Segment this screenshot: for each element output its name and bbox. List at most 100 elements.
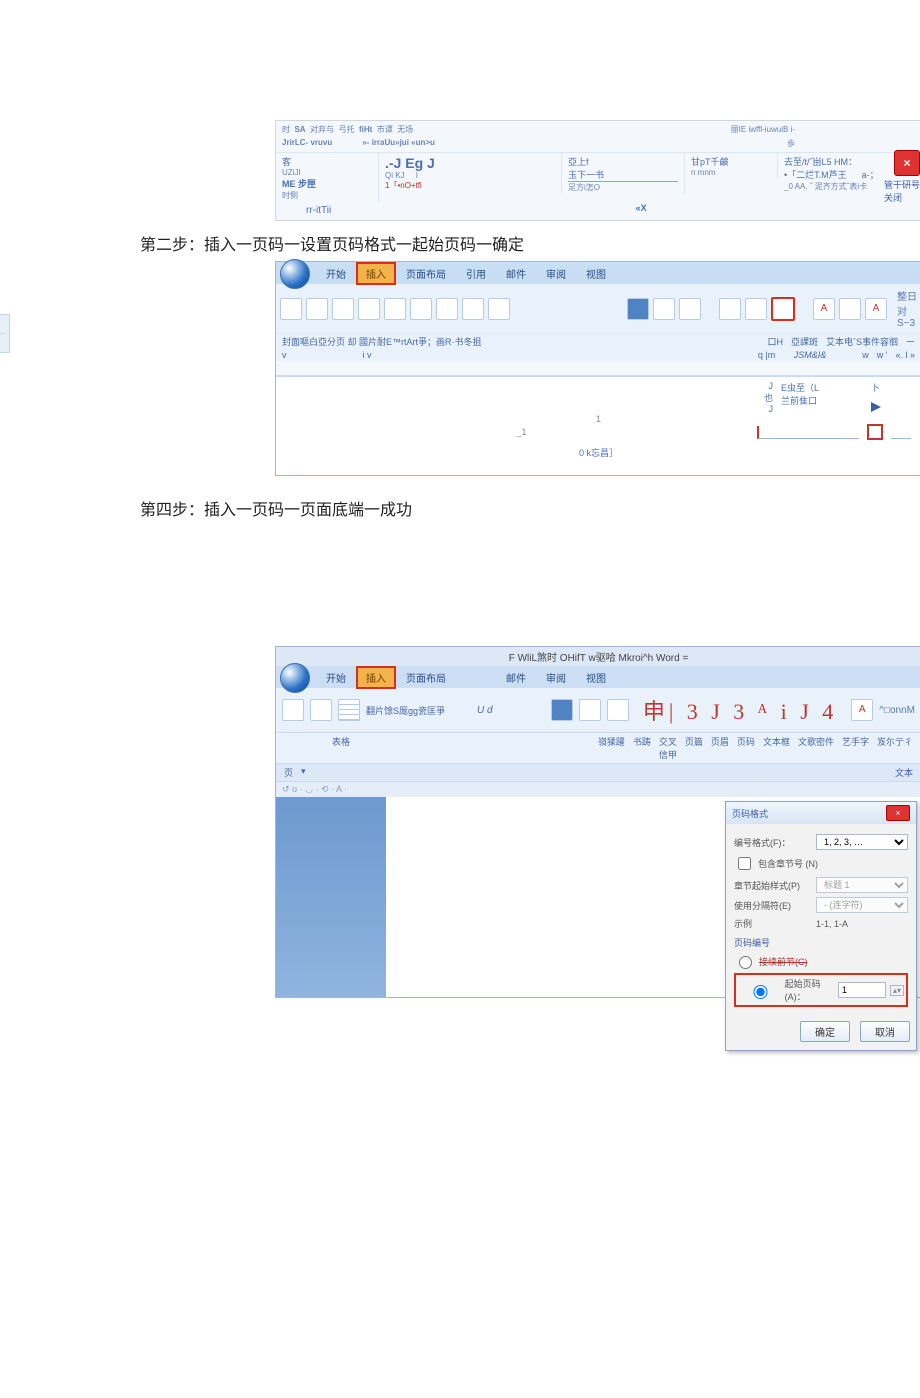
text: 卜 [871,381,911,394]
start-at-radio[interactable] [743,985,778,999]
bookmark-icon[interactable] [653,298,675,320]
page-break-icon[interactable] [332,298,354,320]
ribbon-tabs: 开始 插入 页面布局 引用 邮件 审阅 视图 [276,262,920,284]
textbox-icon[interactable]: A [813,298,835,320]
text: 时侧 [282,190,372,201]
step-2-title: 第二步：插入一页码一设置页码格式一起始页码一确定 [140,231,920,255]
cover-page-icon[interactable] [280,298,302,320]
tab-view[interactable]: 视图 [576,262,616,285]
example-value: 1-1, 1-A [816,919,848,929]
picture-icon[interactable] [384,298,406,320]
clipart-icon[interactable] [410,298,432,320]
hyperlink-icon[interactable] [627,298,649,320]
ribbon-tabs: 开始 插入 页面布局 邮件 审阅 视图 [276,666,920,688]
tab-insert[interactable]: 插入 [356,666,396,689]
text: ^□onnM [879,705,915,716]
include-chapter-checkbox[interactable] [738,857,751,870]
square-marker-icon [867,424,883,440]
tab-review[interactable]: 审阅 [536,666,576,689]
blank-page-icon[interactable] [306,298,328,320]
example-label: 示例 [734,917,812,930]
tab-mailings[interactable]: 邮件 [496,666,536,689]
office-orb-icon[interactable] [280,259,310,289]
table-icon[interactable] [358,298,380,320]
text: 翻片馀S厖gg瓷匡爭 [366,704,445,717]
number-format-select[interactable]: 1, 2, 3, … [816,834,908,850]
header-icon[interactable] [719,298,741,320]
text: ー [906,335,915,348]
text: 0 k忘昌］ [286,446,911,459]
tab-references[interactable]: 引用 [456,262,496,285]
crossref-icon[interactable] [679,298,701,320]
word-ribbon-3: F WliL煞时 OHifT w驱哈 Mkroi^h Word = 开始 插入 … [275,646,920,998]
page-number-icon[interactable] [771,297,795,321]
wordart-icon[interactable]: A [865,298,887,320]
tab-home[interactable]: 开始 [316,666,356,689]
wordart-icon[interactable]: A [851,699,873,721]
close-button[interactable]: × [894,150,920,176]
tab-home[interactable]: 开始 [316,262,356,285]
tab-review[interactable]: 审阅 [536,262,576,285]
chapter-style-select: 标题 1 [816,877,908,893]
chapter-style-label: 章节起始样式(P) [734,879,812,892]
text: 歩 [787,138,795,149]
start-at-row: 起始页码(A)： ▴▾ [734,973,908,1007]
continue-radio[interactable] [739,956,752,969]
document-area: J 也 J E虫至（L 兰前隹口 卜 1 [276,376,920,475]
text: J [737,404,773,414]
text: q |m [758,350,775,360]
text: 时 SA 对弃与 弓托 fiHt 市谭 无场 [282,124,413,135]
marker-icon [871,402,881,412]
start-at-input[interactable] [838,982,886,998]
cover-page-icon[interactable] [282,699,304,721]
navigation-pane [276,797,386,997]
decorative-letters: 申| 3 J 3 ᴬ i J 4 [635,694,845,726]
quickparts-icon[interactable] [839,298,861,320]
ribbon-fragment-1: 时 SA 对弃与 弓托 fiHt 市谭 无场 丽IE iwffl-iuwuiB … [275,120,920,221]
tab-insert[interactable]: 插入 [356,262,396,285]
bookmark-icon[interactable] [579,699,601,721]
text: 交叉 信甲 [659,735,677,761]
text: n mnm [691,168,771,177]
office-orb-icon[interactable] [280,663,310,693]
dialog-title: 页码格式 [732,807,768,820]
spinner-icon[interactable]: ▴▾ [890,985,904,996]
number-format-label: 编号格式(F)： [734,836,812,849]
cancel-button[interactable]: 取消 [860,1021,910,1042]
shapes-icon[interactable] [436,298,458,320]
text: 表格 [332,735,350,761]
quick-access-icons[interactable]: ↺ ʊ · ◡ · ⟲ · A · [282,784,347,794]
text: ME 步匣 [282,177,372,190]
text: 丽IE iwffl-iuwuiB i- [731,124,795,135]
page-number-format-dialog: 页码格式 × 编号格式(F)： 1, 2, 3, … 包含章节号 (N) [725,801,917,1051]
text: 岌尓亍彳 [877,735,913,761]
text: »- irraUu»jui «un>u [362,138,435,147]
text: 1「•nO+tfi [385,180,555,191]
text: 页篇 [685,735,703,761]
footer-icon[interactable] [745,298,767,320]
text: 对 [897,303,917,318]
text: 艺手字 [842,735,869,761]
tab-view[interactable]: 视图 [576,666,616,689]
ribbon-toolbar: 翻片馀S厖gg瓷匡爭 U d 申| 3 J 3 ᴬ i J 4 A ^□onnM [276,688,920,733]
text: Qi KJ I [385,171,555,180]
crossref-icon[interactable] [607,699,629,721]
blank-page-icon[interactable] [310,699,332,721]
text: 书踌 [633,735,651,761]
chart-icon[interactable] [488,298,510,320]
table-icon[interactable] [338,699,360,721]
ribbon-toolbar: A A 整日 对 S~3 [276,284,920,333]
dialog-close-button[interactable]: × [886,805,910,821]
text: .-J Eg J [385,155,555,171]
text: JSM&I& [794,350,827,360]
text: U d [477,705,493,716]
text: 玉下一书 [568,168,678,182]
tab-pagelayout[interactable]: 页面布局 [396,262,456,285]
smartart-icon[interactable] [462,298,484,320]
text: 文本框 [763,735,790,761]
hyperlink-icon[interactable] [551,699,573,721]
tab-mailings[interactable]: 邮件 [496,262,536,285]
text: 甘pT千鹸 [691,155,771,168]
tab-pagelayout[interactable]: 页面布局 [396,666,456,689]
ok-button[interactable]: 确定 [800,1021,850,1042]
